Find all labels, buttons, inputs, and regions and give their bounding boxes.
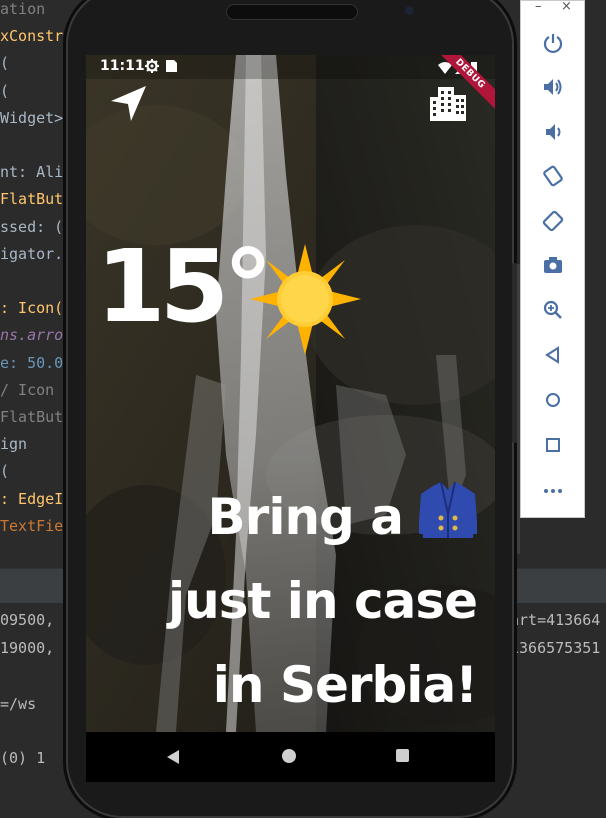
weather-message: Bring a just in case in Serbia! — [97, 475, 478, 727]
code-line: FlatBut — [0, 190, 64, 209]
overview-button[interactable] — [537, 429, 569, 461]
code-line: ssed: ( — [0, 217, 64, 236]
camera-icon — [544, 257, 562, 273]
phone-side-button[interactable] — [512, 263, 517, 443]
rotate-right-button[interactable] — [537, 205, 569, 237]
volume-down-button[interactable] — [537, 116, 569, 148]
code-line: ation — [0, 0, 46, 18]
code-line: TextFie — [0, 516, 64, 535]
console-line-right: 1366575351 — [510, 639, 601, 657]
back-button[interactable] — [537, 339, 569, 371]
phone-camera — [405, 6, 414, 15]
code-line: : Icon( — [0, 299, 64, 318]
code-line: ( — [0, 462, 10, 481]
code-line: Widget> — [0, 108, 64, 127]
screenshot-button[interactable] — [537, 249, 569, 281]
phone-speaker — [226, 4, 358, 20]
navigation-arrow-icon — [111, 86, 146, 121]
rotate-right-icon — [542, 210, 564, 232]
message-line-3: in Serbia! — [212, 656, 478, 714]
zoom-button[interactable] — [537, 294, 569, 326]
nav-back-icon[interactable] — [166, 749, 180, 765]
rotate-left-icon — [543, 165, 563, 187]
message-line-2: just in case — [168, 572, 478, 630]
power-icon — [543, 34, 563, 54]
volume-down-icon — [546, 124, 561, 140]
code-line: ign — [0, 435, 28, 454]
sun-icon — [250, 244, 361, 355]
temperature-value: 15° — [96, 228, 273, 345]
location-city-icon — [430, 87, 466, 121]
android-nav-bar — [86, 732, 495, 782]
nav-recents-icon[interactable] — [396, 749, 409, 762]
volume-up-icon — [544, 79, 562, 95]
console-line: 09500, N — [0, 611, 73, 629]
console-line-right: art=413664 — [510, 611, 601, 629]
settings-gear-icon — [145, 59, 159, 73]
home-icon — [546, 393, 560, 407]
console-line: (0) 1 — [0, 749, 46, 767]
app-screen: 11:11 DEBUG 15° Bring a just in case in … — [86, 55, 495, 732]
code-line: ns.arro — [0, 326, 64, 345]
power-button[interactable] — [537, 27, 569, 59]
more-button[interactable] — [537, 475, 569, 507]
message-line-1: Bring a — [97, 475, 477, 559]
console-line: 19000, — [0, 639, 55, 657]
city-search-button[interactable] — [428, 83, 468, 123]
sd-card-icon — [166, 60, 177, 72]
close-button[interactable]: × — [561, 0, 572, 14]
emulator-toolbar: – × — [520, 0, 585, 518]
coat-icon — [419, 481, 477, 538]
code-line: / Icon — [0, 380, 55, 399]
zoom-icon — [543, 300, 562, 319]
nav-home-icon[interactable] — [282, 749, 296, 763]
status-notification-icons — [144, 58, 180, 78]
volume-up-button[interactable] — [537, 71, 569, 103]
minimize-button[interactable]: – — [535, 0, 542, 14]
status-time: 11:11 — [100, 58, 145, 74]
overview-icon — [546, 438, 560, 452]
code-line: : EdgeI — [0, 489, 64, 508]
status-bar: 11:11 — [86, 55, 495, 79]
emulator-window-controls: – × — [521, 0, 584, 17]
code-line: ( — [0, 54, 10, 73]
code-line: nt: Ali — [0, 163, 64, 182]
code-line: FlatBut — [0, 408, 64, 426]
code-line: e: 50.0 — [0, 353, 64, 372]
code-line: igator. — [0, 244, 64, 263]
code-line: xConstr — [0, 27, 64, 46]
home-button[interactable] — [537, 384, 569, 416]
code-line: ( — [0, 81, 10, 100]
rotate-left-button[interactable] — [537, 160, 569, 192]
back-icon — [545, 346, 559, 364]
console-line: =/ws — [0, 695, 37, 713]
location-arrow-button[interactable] — [108, 83, 150, 125]
more-icon — [544, 489, 562, 493]
